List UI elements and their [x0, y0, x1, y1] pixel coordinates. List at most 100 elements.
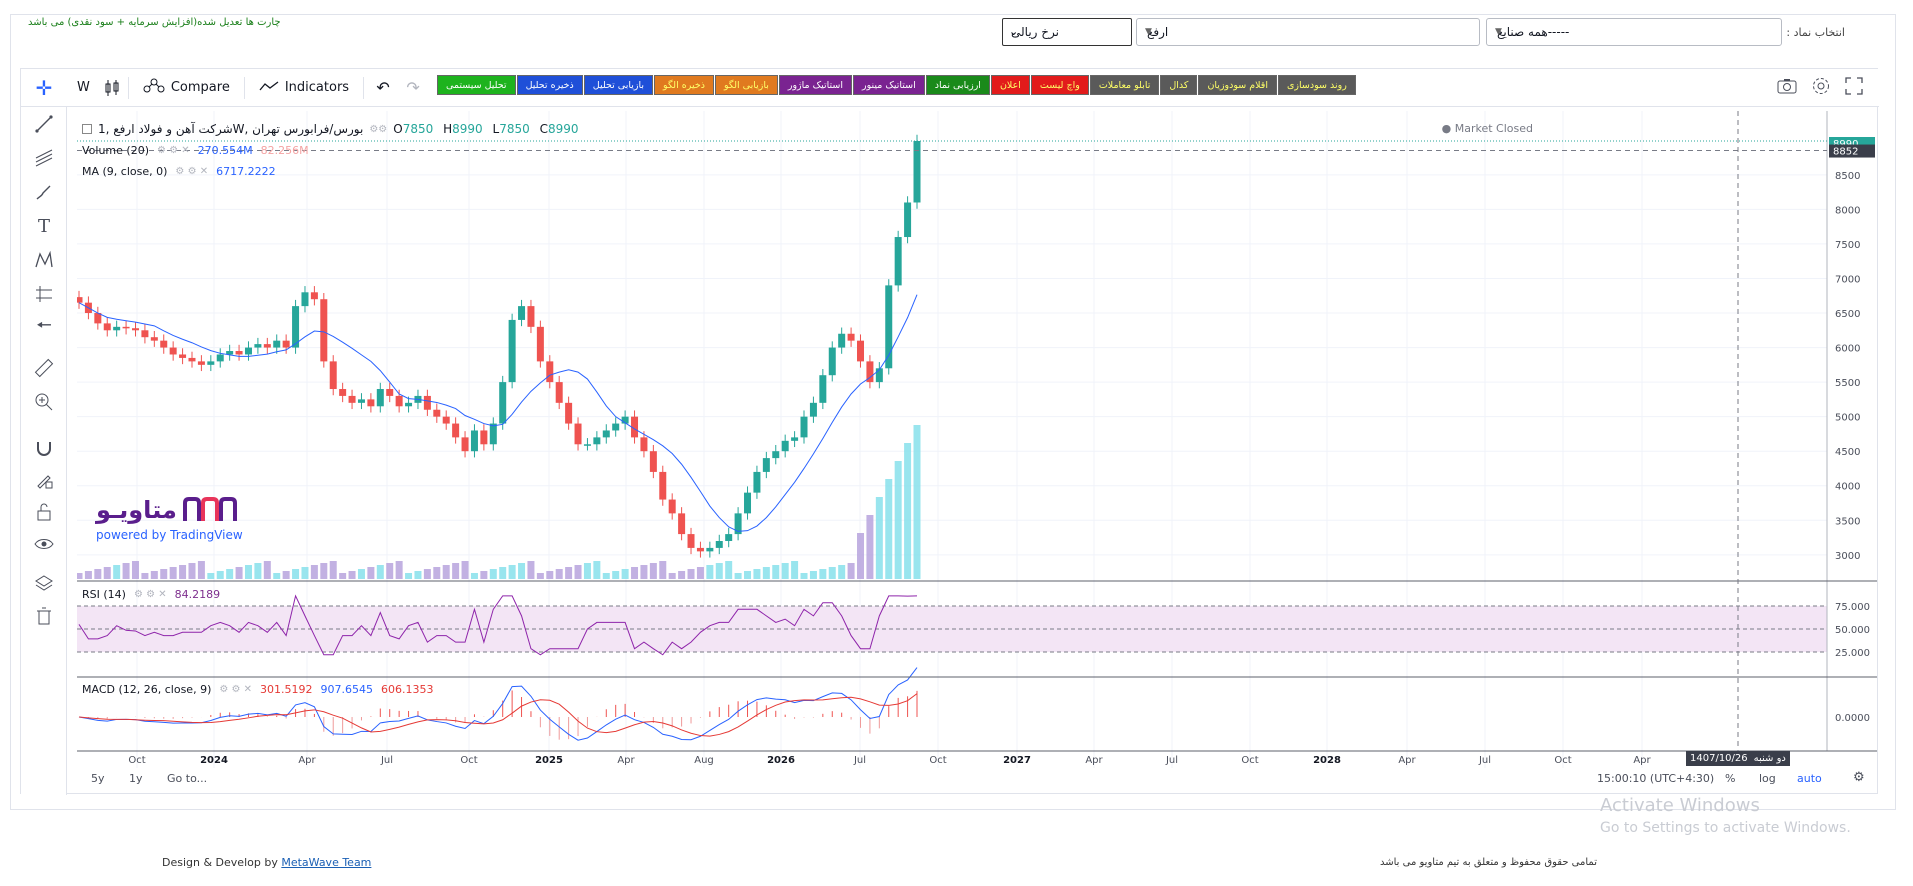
candle-body [254, 344, 262, 348]
gear-icon[interactable] [1811, 76, 1831, 100]
percent-toggle[interactable]: % [1725, 772, 1735, 785]
volume-bar [800, 573, 808, 579]
lock-drawing-icon[interactable] [21, 465, 67, 495]
watermark-sub: Go to Settings to activate Windows. [1600, 820, 1851, 836]
goto-button[interactable]: Go to... [167, 772, 207, 785]
candle-body [847, 333, 855, 341]
drawing-toolbar: T 🠔 [21, 107, 67, 795]
macd-settings-icon[interactable]: ⚙ ⚙ ✕ [219, 684, 252, 695]
rsi-settings-icon[interactable]: ⚙ ⚙ ✕ [134, 589, 167, 600]
price-tick-label: 5000 [1835, 413, 1860, 424]
candle-style-icon[interactable] [100, 69, 124, 107]
volume-bar [885, 479, 893, 579]
footer-rights: تمامی حقوق محفوظ و متعلق به تیم متاویو م… [1380, 857, 1597, 868]
candle-body [687, 534, 695, 548]
symbol-select[interactable]: ▼ ارفع [1136, 18, 1480, 46]
top-toolbar: ✛ W Compare Indicators ↶ ↷ تحلیل سیستمی ذ… [21, 69, 1879, 107]
volume-bar [84, 571, 92, 579]
eye-icon[interactable] [21, 529, 67, 559]
volume-bar [687, 569, 695, 579]
candle-body [77, 297, 83, 303]
candle-body [819, 375, 827, 403]
price-tick-label: 8500 [1835, 171, 1860, 182]
volume-bar [386, 563, 394, 579]
unlock-icon[interactable] [21, 497, 67, 527]
action-button[interactable]: ذخیره الگو [654, 75, 714, 95]
camera-icon[interactable] [1777, 78, 1797, 98]
industry-select[interactable]: ▼ -----همه صنایع [1486, 18, 1782, 46]
candle-body [480, 430, 488, 445]
zoom-in-icon[interactable] [21, 387, 67, 417]
action-button[interactable]: استاتیک ماژور [778, 75, 853, 95]
rsi-label: RSI (14) [82, 588, 126, 601]
action-button[interactable]: تابلو معاملات [1089, 75, 1160, 95]
pattern-icon[interactable] [21, 245, 67, 275]
volume-bar [480, 571, 488, 579]
volume-settings-icon[interactable]: ⚙ ⚙ ✕ [157, 145, 190, 156]
candle-body [339, 389, 347, 396]
text-icon[interactable]: T [21, 211, 67, 241]
pitchfork-icon[interactable] [21, 143, 67, 173]
trash-icon[interactable] [21, 601, 67, 631]
action-button[interactable]: روند سودسازی [1277, 75, 1356, 95]
trend-line-icon[interactable] [21, 109, 67, 139]
magnet-icon[interactable] [21, 433, 67, 463]
volume-bar [292, 569, 300, 579]
clock: 15:00:10 (UTC+4:30) [1597, 772, 1715, 785]
action-button[interactable]: استاتیک مینور [853, 75, 925, 95]
candle-body [357, 399, 365, 403]
layers-icon[interactable] [21, 569, 67, 599]
price-tick-label: 6500 [1835, 309, 1860, 320]
macd-value: 907.6545 [320, 683, 374, 696]
compare-label: Compare [170, 80, 230, 95]
action-button[interactable]: ذخیره تحلیل [516, 75, 583, 95]
volume-bar [263, 561, 271, 579]
rate-select[interactable]: ⌄ نرخ ریالی [1002, 18, 1132, 46]
volume-bar [866, 515, 874, 579]
legend-settings-icon[interactable]: ⚙⚙ [369, 124, 387, 135]
collapse-icon[interactable] [82, 124, 92, 134]
volume-bar [254, 563, 262, 579]
ruler-icon[interactable] [21, 353, 67, 383]
interval-button[interactable]: W [67, 69, 100, 107]
volume-bar [405, 573, 413, 579]
redo-icon[interactable]: ↷ [398, 69, 428, 107]
candle-body [282, 340, 290, 348]
candle-body [141, 330, 149, 338]
auto-toggle[interactable]: auto [1797, 772, 1822, 785]
compare-button[interactable]: Compare [133, 69, 240, 107]
action-button[interactable]: ارزیابی نماد [925, 75, 990, 95]
action-button[interactable]: اقلام سودوزیان [1198, 75, 1277, 95]
log-toggle[interactable]: log [1759, 772, 1776, 785]
prediction-icon[interactable] [21, 279, 67, 309]
action-button[interactable]: تحلیل سیستمی [437, 75, 516, 95]
volume-bar [762, 567, 770, 579]
metawave-link[interactable]: MetaWave Team [281, 856, 371, 869]
symbol-select-label: انتخاب نماد : [1786, 26, 1845, 39]
action-button[interactable]: واچ لیست [1030, 75, 1089, 95]
candle-body [762, 458, 770, 472]
action-button[interactable]: بازیابی الگو [714, 75, 778, 95]
range-5y[interactable]: 5y [91, 772, 105, 785]
volume-bar [555, 569, 563, 579]
ma-settings-icon[interactable]: ⚙ ⚙ ✕ [175, 166, 208, 177]
candle-body [518, 306, 526, 320]
crosshair-icon[interactable]: ✛ [21, 69, 67, 107]
volume-bar [894, 461, 902, 579]
time-tick-label: Apr [1085, 755, 1103, 766]
undo-icon[interactable]: ↶ [368, 69, 398, 107]
volume-bar [499, 567, 507, 579]
cursor-date-label: 1407/10/26 دو شنبه [1686, 751, 1790, 766]
brush-icon[interactable] [21, 177, 67, 207]
back-arrow-icon[interactable]: 🠔 [21, 313, 67, 343]
action-button[interactable]: بازیابی تحلیل [583, 75, 654, 95]
candle-body [122, 326, 130, 329]
candle-body [659, 471, 667, 500]
fullscreen-icon[interactable] [1845, 77, 1863, 99]
action-button[interactable]: کدال [1160, 75, 1198, 95]
action-button[interactable]: اعلان [990, 75, 1030, 95]
gear-icon[interactable]: ⚙ [1853, 770, 1865, 785]
ma-legend: MA (9, close, 0) ⚙ ⚙ ✕ 6717.2222 [82, 165, 276, 178]
range-1y[interactable]: 1y [129, 772, 143, 785]
indicators-button[interactable]: Indicators [249, 69, 359, 107]
